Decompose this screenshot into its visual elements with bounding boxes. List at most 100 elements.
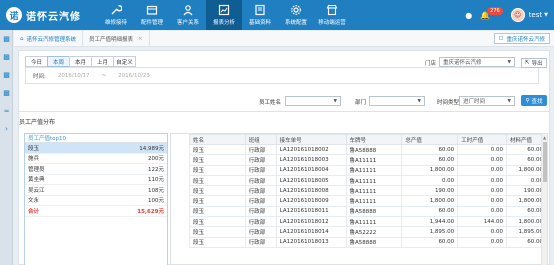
date-to-field[interactable]: 2016/10/23: [118, 73, 150, 79]
nav-item-base-data[interactable]: 基础资料: [242, 0, 278, 30]
tab-this-month[interactable]: 本月: [69, 56, 92, 67]
vertical-scrollbar[interactable]: ▲: [541, 134, 547, 265]
table-cell: 0.00: [457, 154, 508, 166]
username[interactable]: test: [529, 11, 542, 19]
book-icon: [255, 4, 265, 16]
breadcrumb-home[interactable]: ⌂ 诺怀云汽修管理系统: [14, 30, 84, 47]
chevron-down-icon: ▼: [333, 98, 337, 104]
search-button[interactable]: ⚲ 查找: [521, 95, 547, 106]
stats-row[interactable]: 黄圭典 110元: [25, 175, 167, 185]
table-cell: LA120161018009: [275, 195, 347, 207]
stats-row[interactable]: 管理员 122元: [25, 164, 167, 175]
store-icon: [326, 4, 338, 16]
nav-item-customers[interactable]: 客户关系: [170, 0, 206, 30]
user-icon[interactable]: ●: [465, 11, 472, 20]
chevron-down-icon[interactable]: ▼: [544, 12, 548, 18]
bar-chart-icon[interactable]: ▩: [0, 84, 13, 102]
breadcrumb: ⌂ 诺怀云汽修管理系统 员工产值明细报表 × ☐ 重庆诺怀云汽修: [14, 30, 554, 47]
app-logo[interactable]: 诺 诺怀云汽修: [6, 6, 81, 24]
department-select[interactable]: ▼: [369, 96, 425, 106]
table-cell: 段玉: [189, 226, 246, 238]
bar-chart-icon[interactable]: ▩: [0, 30, 13, 48]
avatar[interactable]: ☺: [510, 8, 525, 22]
nav-item-reports[interactable]: 报表分析: [206, 0, 242, 30]
table-body: 段玉 行政部 LA120161018002 鲁A58888 60.00 0.00 60.00…: [189, 143, 547, 248]
nav-item-repair[interactable]: 维修接待: [98, 0, 134, 30]
stats-value: 110元: [148, 177, 164, 184]
export-button[interactable]: ⇱ 导出: [521, 58, 547, 68]
tab-this-week[interactable]: 本周: [47, 56, 70, 67]
time-range-row: 时间: 2016/10/17 ~ 2016/10/23: [25, 69, 165, 83]
table-row[interactable]: 段玉 行政部 LA120161018005 鲁A11111 0.00 0.00 0.00: [189, 174, 547, 187]
stats-row[interactable]: 文永 100元: [25, 196, 167, 206]
stats-value: 14,989元: [139, 145, 164, 152]
table-cell: 鲁A58888: [345, 205, 403, 218]
chevron-down-icon: ▼: [507, 98, 511, 104]
col-group[interactable]: 班组: [244, 134, 277, 145]
store-select[interactable]: 重庆诺怀云汽修 ▼: [439, 57, 515, 67]
breadcrumb-label: 员工产值明细报表: [89, 36, 134, 43]
time-type-select[interactable]: 进厂时间 ▼: [459, 96, 515, 106]
divider: [19, 111, 549, 112]
table-cell: 0.00: [457, 185, 508, 197]
search-icon: ⚲: [525, 97, 530, 104]
table-cell: 60.00: [401, 154, 459, 166]
nav-item-mobile[interactable]: 移动端运营: [314, 0, 350, 30]
col-labor[interactable]: 工时产值: [457, 134, 508, 145]
col-order-no[interactable]: 接车单号: [275, 134, 347, 145]
table-cell: 144.00: [457, 216, 508, 228]
table-cell: 段玉: [189, 143, 246, 156]
table-row[interactable]: 段玉 行政部 LA120161018004 鲁A11111 1,800.00 0.00 1,…: [189, 164, 547, 176]
table-cell: 60.00: [401, 205, 459, 218]
nav-item-parts[interactable]: 配件管理: [134, 0, 170, 30]
tab-today[interactable]: 今日: [25, 56, 48, 67]
date-separator: ~: [101, 73, 107, 79]
stats-name: 施兵: [28, 156, 40, 163]
chevron-up-icon[interactable]: ▲: [543, 135, 546, 140]
date-from-field[interactable]: 2016/10/17: [58, 73, 90, 79]
stats-name: 文永: [28, 198, 40, 205]
tab-custom[interactable]: 自定义: [113, 56, 136, 67]
table-row[interactable]: 段玉 行政部 LA120161018014 鲁A52222 1,895.00 0.00 1,…: [189, 226, 547, 238]
table-row[interactable]: 段玉 行政部 LA120161018008 鲁A11111 190.00 0.00 190.…: [189, 185, 547, 197]
bar-chart-icon[interactable]: ▩: [0, 66, 13, 84]
table-row[interactable]: 段玉 行政部 LA120161018012 鲁A11111 1,944.00 144.00…: [189, 216, 547, 228]
table-row[interactable]: 段玉 行政部 LA120161018003 鲁A11111 60.00 0.00 60.00: [189, 154, 547, 166]
table-cell: 鲁A11111: [345, 195, 403, 207]
table-cell: 1,895.00: [401, 226, 459, 238]
col-total[interactable]: 总产值: [401, 134, 459, 145]
store-switch-button[interactable]: ☐ 重庆诺怀云汽修: [493, 33, 550, 44]
chevron-right-icon[interactable]: ›: [0, 120, 13, 138]
time-type-value: 进厂时间: [463, 99, 486, 105]
col-name[interactable]: 姓名: [189, 134, 246, 145]
user-area: ● 🔔 276 ☺ test ▼: [465, 0, 548, 30]
line-chart-icon[interactable]: ≈: [0, 102, 13, 120]
nav-label: 移动端运营: [318, 20, 346, 26]
table-cell: 鲁A11111: [345, 185, 403, 197]
employee-select[interactable]: ▼: [285, 96, 341, 106]
export-label: 导出: [531, 61, 543, 67]
bar-chart-icon[interactable]: ▩: [0, 48, 13, 66]
home-icon: ⌂: [20, 35, 24, 42]
stats-row[interactable]: 施兵 200元: [25, 154, 167, 164]
table-row[interactable]: 段玉 行政部 LA120161018011 鲁A58888 60.00 0.00 60.00: [189, 205, 547, 218]
table-row[interactable]: 段玉 行政部 LA120161018013 鲁A58888 60.00 0.00 60.00: [189, 236, 547, 248]
stats-row[interactable]: 吴云江 108元: [25, 185, 167, 196]
notification-badge: 276: [487, 7, 503, 15]
breadcrumb-tab-report[interactable]: 员工产值明细报表 ×: [83, 30, 150, 47]
tab-last-month[interactable]: 上月: [91, 56, 114, 67]
table-cell: 0.00: [401, 174, 459, 187]
table-row[interactable]: 段玉 行政部 LA120161018009 鲁A11111 1,800.00 0.00 1,…: [189, 195, 547, 207]
table-cell: 1,944.00: [401, 216, 459, 228]
col-plate[interactable]: 车牌号: [345, 134, 403, 145]
stats-row[interactable]: 段玉 14,989元: [25, 143, 167, 154]
table-cell: 0.00: [457, 226, 508, 238]
stats-value: 108元: [148, 187, 164, 194]
close-icon[interactable]: ×: [138, 36, 143, 42]
table-row[interactable]: 段玉 行政部 LA120161018002 鲁A58888 60.00 0.00 60.00: [189, 143, 547, 156]
store-label: 门店: [425, 61, 437, 67]
nav-label: 报表分析: [212, 20, 235, 26]
nav-item-settings[interactable]: 系统配置: [278, 0, 314, 30]
period-tabs: 今日 本周 本月 上月 自定义: [25, 56, 136, 67]
scrollbar-thumb[interactable]: [543, 142, 547, 182]
